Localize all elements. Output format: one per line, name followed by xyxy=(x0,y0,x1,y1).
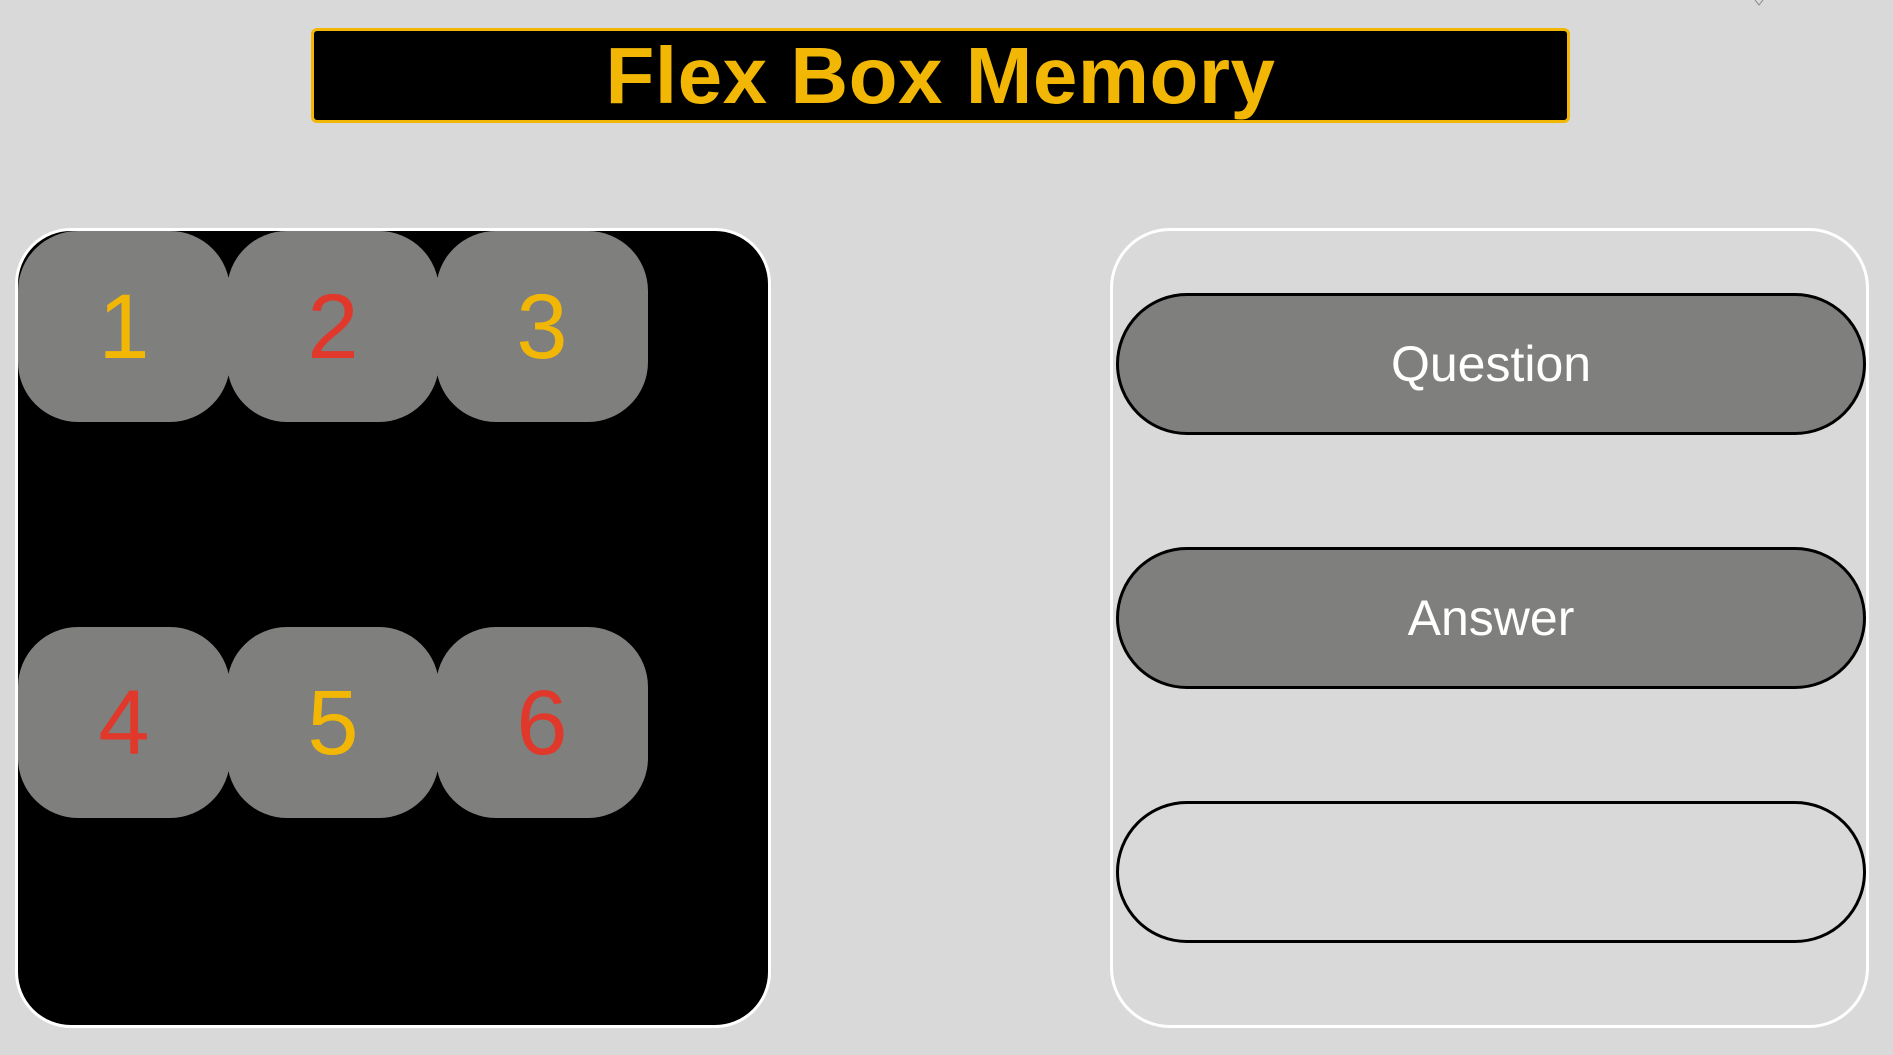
answer-label: Answer xyxy=(1407,590,1575,646)
mouse-cursor-icon xyxy=(1754,0,1764,6)
card-number: 4 xyxy=(98,671,150,774)
card-number: 6 xyxy=(516,671,568,774)
page-title: Flex Box Memory xyxy=(605,30,1276,120)
question-button[interactable]: Question xyxy=(1116,293,1866,435)
card-1[interactable]: 1 xyxy=(18,231,230,422)
card-2[interactable]: 2 xyxy=(227,231,439,422)
response-box[interactable] xyxy=(1116,801,1866,943)
title-banner: Flex Box Memory xyxy=(311,28,1570,123)
card-number: 3 xyxy=(516,275,568,378)
card-number: 5 xyxy=(307,671,359,774)
card-6[interactable]: 6 xyxy=(436,627,648,818)
card-5[interactable]: 5 xyxy=(227,627,439,818)
question-label: Question xyxy=(1390,336,1592,392)
quiz-panel: Question Answer xyxy=(1110,228,1869,1028)
card-4[interactable]: 4 xyxy=(18,627,230,818)
card-number: 1 xyxy=(98,275,150,378)
card-number: 2 xyxy=(307,275,359,378)
card-3[interactable]: 3 xyxy=(436,231,648,422)
answer-button[interactable]: Answer xyxy=(1116,547,1866,689)
card-board: 1 2 3 4 5 6 xyxy=(15,228,771,1028)
